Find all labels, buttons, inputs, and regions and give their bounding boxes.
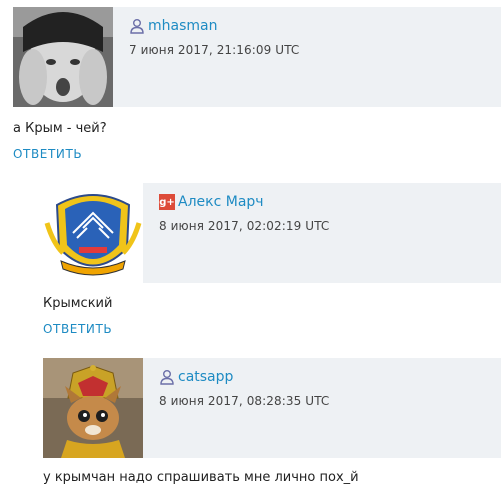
reply-button[interactable]: ОТВЕТИТЬ [43,322,112,336]
comment-meta: g+ Алекс Марч 8 июня 2017, 02:02:19 UTC [159,193,329,233]
user-icon [159,369,175,385]
avatar[interactable] [43,183,143,283]
comment-text: у крымчан надо спрашивать мне лично пох_… [43,470,359,485]
author-name[interactable]: catsapp [178,369,233,385]
comment-header: mhasman 7 июня 2017, 21:16:09 UTC [13,7,501,107]
comment-meta: catsapp 8 июня 2017, 08:28:35 UTC [159,368,329,408]
reply-button[interactable]: ОТВЕТИТЬ [13,147,82,161]
comment-date[interactable]: 7 июня 2017, 21:16:09 UTC [129,43,299,57]
comment-header: catsapp 8 июня 2017, 08:28:35 UTC [43,358,501,458]
avatar[interactable] [43,358,143,458]
user-icon [129,18,145,34]
comment-date[interactable]: 8 июня 2017, 02:02:19 UTC [159,219,329,233]
author-name[interactable]: Алекс Марч [178,194,264,210]
comment-meta: mhasman 7 июня 2017, 21:16:09 UTC [129,17,299,57]
author-name[interactable]: mhasman [148,18,217,34]
author-link[interactable]: catsapp [159,368,329,386]
google-plus-icon: g+ [159,194,175,210]
author-link[interactable]: mhasman [129,17,299,35]
comment-text: Крымский [43,296,113,311]
comment-header: g+ Алекс Марч 8 июня 2017, 02:02:19 UTC [43,183,501,283]
comment-date[interactable]: 8 июня 2017, 08:28:35 UTC [159,394,329,408]
author-link[interactable]: g+ Алекс Марч [159,193,329,211]
avatar[interactable] [13,7,113,107]
comment-text: а Крым - чей? [13,121,107,136]
